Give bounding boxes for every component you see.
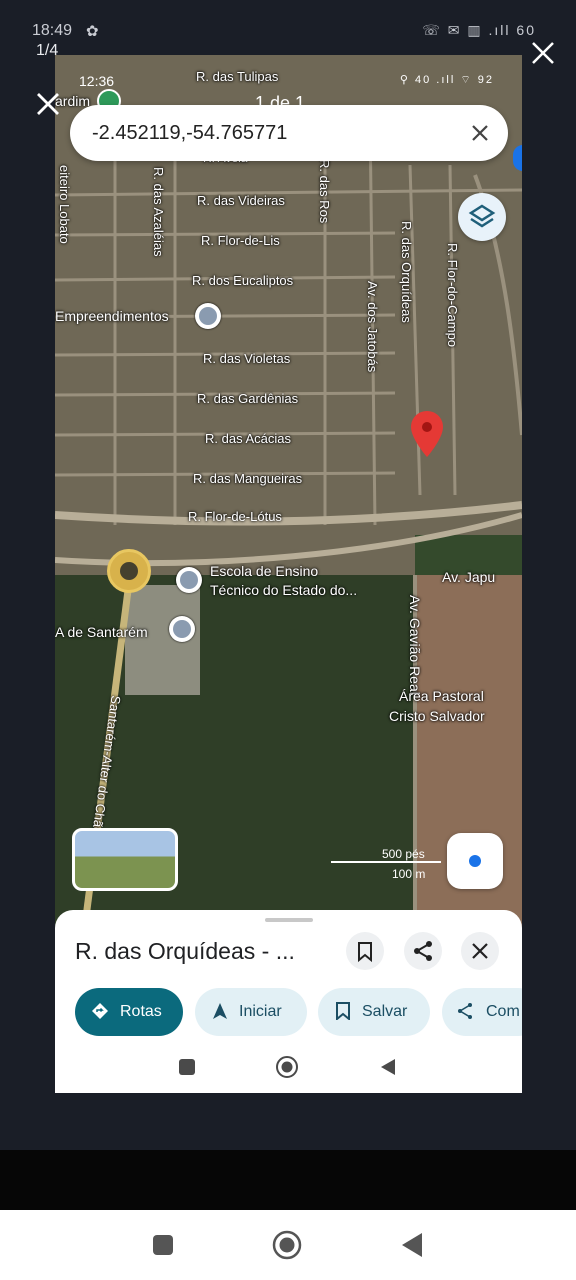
street-label: Av. Gavião Real xyxy=(407,595,423,695)
poi-label: Área Pastoral xyxy=(399,688,484,704)
close-icon xyxy=(472,943,488,959)
directions-label: Rotas xyxy=(120,1003,162,1020)
scale-bar xyxy=(331,861,441,863)
road-network xyxy=(55,114,522,925)
outer-black-band xyxy=(0,1150,576,1210)
street-label: R. das Mangueiras xyxy=(193,471,303,486)
inner-close-icon[interactable] xyxy=(34,90,62,118)
bookmark-icon xyxy=(358,942,372,963)
school-poi-icon[interactable] xyxy=(169,616,195,642)
poi-label: A de Santarém xyxy=(55,624,148,640)
system-nav-bar xyxy=(0,1210,576,1280)
street-label: R. das Gardênias xyxy=(197,391,299,406)
gear-icon: ✿ xyxy=(86,23,99,40)
street-label: R. Flor-de-Lis xyxy=(201,233,280,248)
compass-button[interactable] xyxy=(513,145,522,171)
search-bar[interactable]: -2.452119,-54.765771 xyxy=(70,105,508,161)
street-label: Av. Japu xyxy=(442,569,496,585)
close-sheet-button[interactable] xyxy=(461,932,499,970)
outer-status-bar: 18:49 ✿ ☏ ✉ ▥ .ıll 60 xyxy=(0,0,576,44)
navigation-icon xyxy=(213,1003,227,1019)
inner-status-icons: ⚲ 40 .ıll ⌔ 92 xyxy=(399,74,494,86)
street-label: Av. dos Jatobás xyxy=(365,281,380,373)
layers-icon xyxy=(468,204,496,228)
outer-clock: 18:49 xyxy=(32,22,73,39)
back-icon[interactable] xyxy=(400,1232,424,1258)
search-input[interactable]: -2.452119,-54.765771 xyxy=(92,122,287,145)
street-label: eiteiro Lobato xyxy=(57,165,72,244)
viewer-close-icon[interactable] xyxy=(528,38,558,68)
inner-status-bar: 12:36 ⚲ 40 .ıll ⌔ 92 xyxy=(55,69,522,91)
my-location-icon xyxy=(469,855,481,867)
street-label: R. Flor-do-Campo xyxy=(445,243,460,348)
street-label: R. das Acácias xyxy=(205,431,291,446)
inner-nav-bar xyxy=(55,1055,522,1093)
poi-label: Cristo Salvador xyxy=(389,708,485,724)
poi-label: Empreendimentos xyxy=(55,308,169,324)
recents-icon[interactable] xyxy=(152,1234,174,1256)
layers-button[interactable] xyxy=(458,193,506,241)
share-button[interactable] xyxy=(404,932,442,970)
place-title: R. das Orquídeas - ... xyxy=(75,938,295,964)
sheet-handle[interactable] xyxy=(265,918,313,922)
maps-screenshot: R. das Tulipas R. Aveia R. das Azaléias … xyxy=(55,55,522,1093)
save-button[interactable]: Salvar xyxy=(318,988,430,1036)
bookmark-icon xyxy=(336,1002,350,1020)
outer-status-icons: ☏ ✉ ▥ .ıll 60 xyxy=(422,22,536,38)
directions-button[interactable]: Rotas xyxy=(75,988,183,1036)
directions-icon xyxy=(92,1003,108,1019)
street-label: R. das Violetas xyxy=(203,351,291,366)
share-action-button[interactable]: Com xyxy=(442,988,522,1036)
share-icon xyxy=(414,941,432,961)
save-place-button[interactable] xyxy=(346,932,384,970)
recents-icon[interactable] xyxy=(177,1057,197,1077)
scale-label-imperial: 500 pés xyxy=(382,847,425,861)
home-icon[interactable] xyxy=(272,1230,302,1260)
street-label: R. das Videiras xyxy=(197,193,285,208)
route-marker[interactable] xyxy=(107,549,151,593)
satellite-map[interactable]: R. das Tulipas R. Aveia R. das Azaléias … xyxy=(55,55,522,955)
close-icon[interactable] xyxy=(470,123,490,143)
poi-label: Escola de Ensino xyxy=(210,563,319,579)
my-location-button[interactable] xyxy=(447,833,503,889)
street-label: R. Flor-de-Lótus xyxy=(188,509,282,524)
share-label: Com xyxy=(486,1003,520,1020)
poi-label: Técnico do Estado do... xyxy=(210,582,358,598)
home-icon[interactable] xyxy=(275,1055,299,1079)
street-label: R. das Azaléias xyxy=(151,167,166,257)
location-pin-icon[interactable] xyxy=(411,411,443,457)
street-label: R. dos Eucaliptos xyxy=(192,273,294,288)
back-icon[interactable] xyxy=(378,1057,398,1077)
scale-label-metric: 100 m xyxy=(392,867,426,881)
inner-clock: 12:36 xyxy=(79,73,115,89)
business-poi-icon[interactable] xyxy=(195,303,221,329)
share-icon xyxy=(458,1003,472,1019)
street-label: R. das Ros xyxy=(317,159,332,224)
start-button[interactable]: Iniciar xyxy=(195,988,307,1036)
street-view-thumbnail[interactable] xyxy=(72,828,178,891)
school-poi-icon[interactable] xyxy=(176,567,202,593)
street-label: R. das Orquídeas xyxy=(399,221,414,323)
save-label: Salvar xyxy=(362,1003,408,1020)
start-label: Iniciar xyxy=(239,1003,282,1020)
